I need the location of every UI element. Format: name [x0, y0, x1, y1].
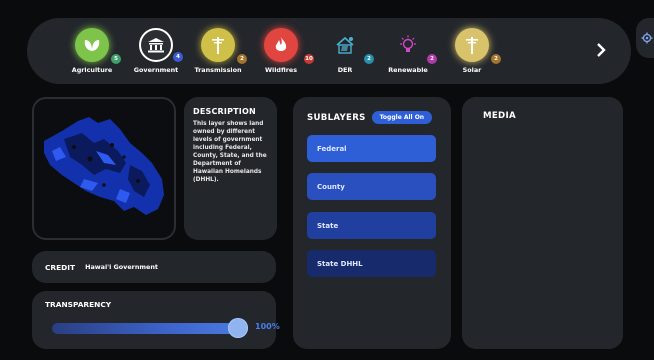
category-label: Transmission — [194, 66, 242, 74]
category-bar: 5 Agriculture 4 Government 2 Transmissio… — [27, 18, 631, 84]
category-agriculture[interactable]: 5 Agriculture — [57, 28, 127, 80]
category-label: Agriculture — [71, 66, 113, 74]
count-badge: 5 — [111, 54, 121, 64]
category-label: Government — [133, 66, 179, 74]
count-badge: 4 — [173, 52, 183, 62]
solar-pole-icon: 2 — [455, 28, 501, 64]
sublayers-title: SUBLAYERS — [307, 112, 366, 123]
category-solar[interactable]: 2 Solar — [437, 28, 507, 80]
fire-icon: 10 — [264, 28, 314, 64]
media-title: MEDIA — [483, 111, 516, 121]
transparency-slider-fill — [52, 323, 238, 334]
count-badge: 2 — [427, 54, 437, 64]
toggle-all-button[interactable]: Toggle All On — [371, 111, 433, 124]
settings-tab[interactable] — [636, 18, 654, 58]
category-label: DER — [337, 66, 353, 74]
app-frame: 5 Agriculture 4 Government 2 Transmissio… — [0, 0, 654, 360]
chevron-right-icon[interactable] — [594, 40, 608, 60]
layer-map-thumbnail — [32, 97, 176, 240]
transparency-slider-track[interactable] — [52, 323, 238, 334]
count-badge: 2 — [491, 54, 501, 64]
sublayer-state-dhhl-button[interactable]: State DHHL — [307, 250, 436, 277]
category-label: Solar — [462, 66, 482, 74]
lightbulb-icon: 2 — [391, 28, 437, 64]
category-der[interactable]: 2 DER — [310, 28, 380, 80]
credit-value: Hawai'i Government — [85, 262, 158, 271]
category-label: Renewable — [388, 66, 428, 74]
category-label: Wildfires — [264, 66, 298, 74]
sublayer-county-button[interactable]: County — [307, 173, 436, 200]
media-panel: MEDIA — [462, 97, 623, 349]
government-building-icon: 4 — [139, 28, 183, 62]
description-panel: DESCRIPTION This layer shows land owned … — [184, 97, 277, 240]
category-government[interactable]: 4 Government — [121, 28, 191, 80]
transparency-panel: TRANSPARENCY 100% — [32, 291, 280, 349]
transparency-slider-thumb[interactable] — [228, 318, 248, 338]
transparency-label: TRANSPARENCY — [45, 300, 112, 309]
power-pole-icon: 2 — [201, 28, 247, 64]
sublayer-state-button[interactable]: State — [307, 212, 436, 239]
credit-panel: CREDIT Hawai'i Government — [32, 251, 276, 283]
category-renewable[interactable]: 2 Renewable — [373, 28, 443, 80]
sublayers-header: SUBLAYERS Toggle All On — [307, 111, 437, 124]
credit-label: CREDIT — [45, 262, 76, 272]
sublayers-panel: SUBLAYERS Toggle All On Federal County S… — [293, 97, 451, 349]
solar-house-icon: 2 — [328, 28, 374, 64]
sublayer-federal-button[interactable]: Federal — [307, 135, 436, 162]
oahu-map-image — [44, 117, 164, 215]
category-wildfires[interactable]: 10 Wildfires — [246, 28, 316, 80]
transparency-value: 100% — [255, 322, 280, 331]
description-title: DESCRIPTION — [193, 107, 256, 116]
category-transmission[interactable]: 2 Transmission — [183, 28, 253, 80]
leaf-icon: 5 — [75, 28, 121, 64]
gear-icon — [641, 29, 653, 48]
description-text: This layer shows land owned by different… — [193, 121, 267, 183]
